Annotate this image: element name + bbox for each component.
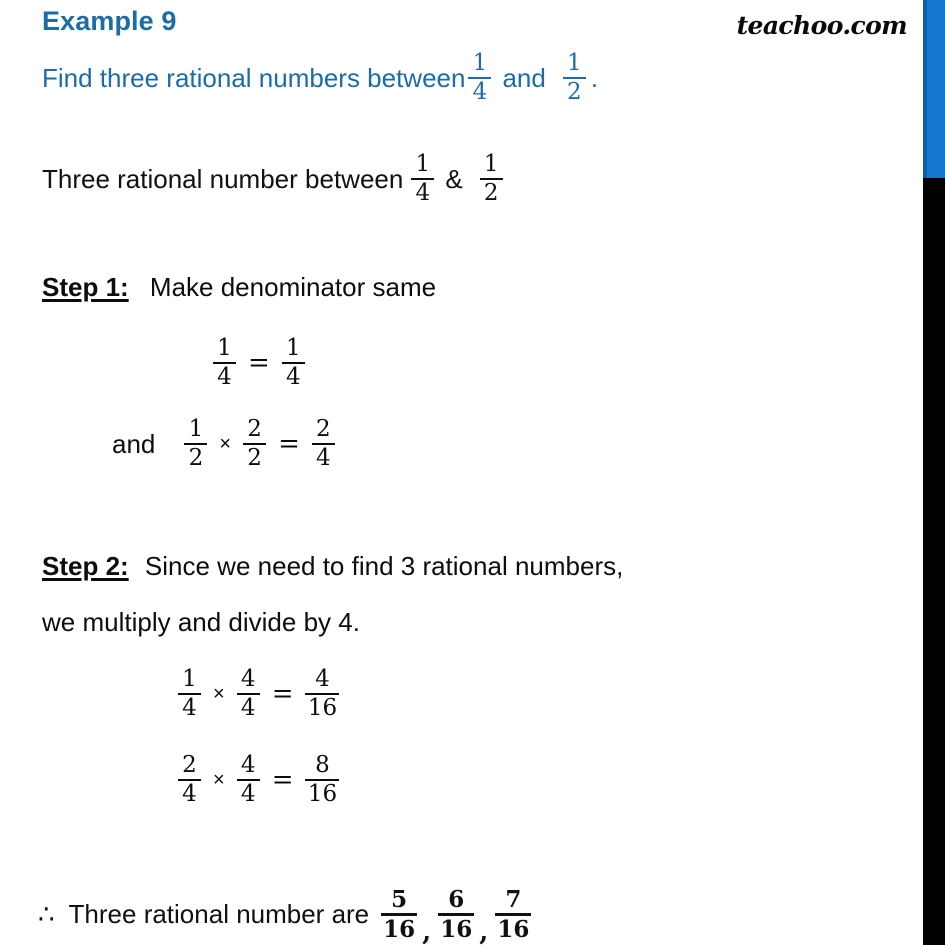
restatement-fraction-one-fourth: 1 4 xyxy=(411,151,435,206)
question-joiner: and xyxy=(502,62,546,93)
numerator: 1 xyxy=(472,50,488,76)
equation-middle-fraction: 2 2 xyxy=(243,416,267,471)
equation-right-fraction: 1 4 xyxy=(281,335,305,390)
equation-right-fraction: 4 16 xyxy=(305,666,340,721)
teachoo-brand-watermark: teachoo.com xyxy=(736,11,908,40)
question-fraction-one-half: 1 2 xyxy=(562,50,586,105)
question-line: Find three rational numbers between 1 4 … xyxy=(42,52,598,104)
restatement-fraction-one-half: 1 2 xyxy=(479,151,503,206)
numerator: 1 xyxy=(567,50,582,76)
numerator: 1 xyxy=(285,335,301,361)
numerator: 8 xyxy=(315,752,330,778)
numerator: 4 xyxy=(315,666,330,692)
numerator: 5 xyxy=(391,886,408,913)
right-edge-blue-bar-shadow xyxy=(923,0,927,178)
denominator: 2 xyxy=(567,79,582,105)
step-1-heading: Step 1: Make denominator same xyxy=(42,272,436,303)
numerator: 1 xyxy=(188,416,204,442)
equation-lead-word: and xyxy=(112,428,156,459)
numerator: 1 xyxy=(182,666,197,692)
answer-fraction-3: 7 16 xyxy=(495,886,532,943)
denominator: 2 xyxy=(188,445,204,471)
step-1-equation-2: and 1 2 × 2 2 = 2 4 xyxy=(112,418,338,470)
restatement-line: Three rational number between 1 4 & 1 2 xyxy=(42,153,506,205)
denominator: 16 xyxy=(383,916,416,943)
equals-sign: = xyxy=(271,765,294,795)
step-2-text-line-2: we multiply and divide by 4. xyxy=(42,607,360,637)
step-2-text-line-1: Since we need to find 3 rational numbers… xyxy=(144,551,624,581)
numerator: 1 xyxy=(415,151,431,177)
denominator: 16 xyxy=(307,695,338,721)
numerator: 1 xyxy=(217,335,232,361)
denominator: 4 xyxy=(415,180,431,206)
therefore-icon: ∴ xyxy=(38,899,55,930)
question-prefix: Find three rational numbers between xyxy=(42,62,466,93)
step-2-equation-1: 1 4 × 4 4 = 4 16 xyxy=(175,668,342,720)
step-1-tag: Step 1: xyxy=(42,272,129,302)
equation-right-fraction: 2 4 xyxy=(311,416,335,471)
equation-right-fraction: 8 16 xyxy=(305,752,340,807)
restatement-prefix: Three rational number between xyxy=(42,163,404,194)
answer-fraction-1: 5 16 xyxy=(381,886,418,943)
denominator: 16 xyxy=(497,916,530,943)
denominator: 4 xyxy=(182,695,197,721)
step-2-tag: Step 2: xyxy=(42,551,129,581)
step-2-equation-2: 2 4 × 4 4 = 8 16 xyxy=(175,754,342,806)
numerator: 2 xyxy=(247,416,262,442)
denominator: 16 xyxy=(440,916,473,943)
step-1-text: Make denominator same xyxy=(149,272,437,302)
denominator: 16 xyxy=(307,781,338,807)
step-2-heading: Step 2: Since we need to find 3 rational… xyxy=(42,551,623,582)
multiplication-sign: × xyxy=(219,432,232,455)
denominator: 2 xyxy=(483,180,499,206)
answer-separator-2: , xyxy=(479,916,489,945)
denominator: 4 xyxy=(240,695,256,721)
numerator: 7 xyxy=(505,886,522,913)
slide-page: teachoo.com Example 9 Find three rationa… xyxy=(0,0,945,945)
right-edge-black-bar xyxy=(923,178,945,945)
denominator: 4 xyxy=(316,445,331,471)
equals-sign: = xyxy=(271,679,294,709)
equation-left-fraction: 1 4 xyxy=(213,337,236,389)
numerator: 1 xyxy=(483,151,499,177)
equation-left-fraction: 2 4 xyxy=(178,754,201,806)
denominator: 4 xyxy=(217,364,232,390)
numerator: 6 xyxy=(448,886,465,913)
question-suffix: . xyxy=(590,62,599,93)
equation-left-fraction: 1 2 xyxy=(184,416,208,471)
equation-left-fraction: 1 4 xyxy=(178,668,201,720)
numerator: 2 xyxy=(316,416,331,442)
conclusion-text: Three rational number are xyxy=(68,899,370,929)
numerator: 4 xyxy=(240,752,256,778)
step-1-equation-1: 1 4 = 1 4 xyxy=(210,337,308,389)
question-fraction-one-fourth: 1 4 xyxy=(468,50,492,105)
equals-sign: = xyxy=(278,429,300,459)
page-title: Example 9 xyxy=(42,6,177,36)
numerator: 4 xyxy=(240,666,256,692)
step-2-text-line-2-wrap: we multiply and divide by 4. xyxy=(42,607,360,638)
equation-middle-fraction: 4 4 xyxy=(236,752,260,807)
answer-fraction-2: 6 16 xyxy=(438,886,475,943)
conclusion-line: ∴ Three rational number are 5 16 , 6 16 … xyxy=(38,886,534,945)
numerator: 2 xyxy=(182,752,197,778)
answer-separator-1: , xyxy=(422,916,432,945)
denominator: 4 xyxy=(182,781,197,807)
multiplication-sign: × xyxy=(213,768,225,791)
denominator: 4 xyxy=(285,364,301,390)
multiplication-sign: × xyxy=(213,682,225,705)
equals-sign: = xyxy=(248,348,270,378)
restatement-joiner: & xyxy=(445,163,463,194)
denominator: 4 xyxy=(240,781,256,807)
equation-middle-fraction: 4 4 xyxy=(236,666,260,721)
denominator: 4 xyxy=(472,79,488,105)
denominator: 2 xyxy=(247,445,262,471)
